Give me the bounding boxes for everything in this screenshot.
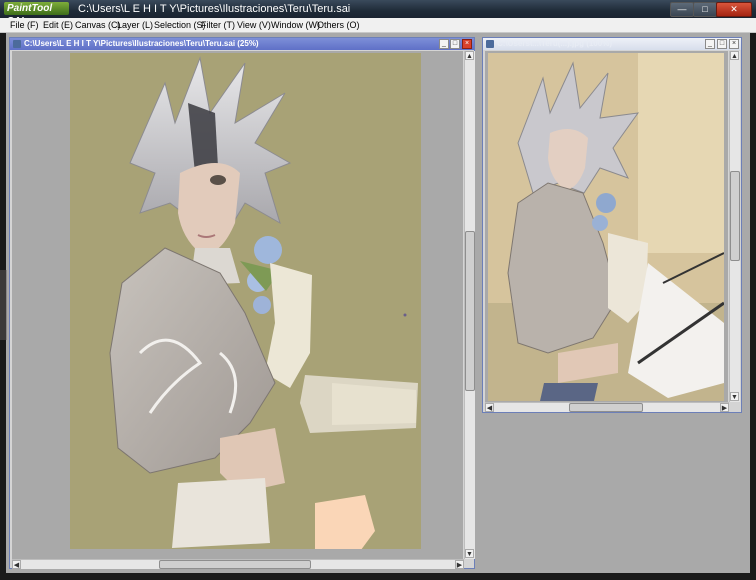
arrow-left-icon[interactable]: ◀ (12, 560, 21, 569)
arrow-up-icon[interactable]: ▲ (465, 51, 474, 60)
window-title: C:\Users\L E H I T Y\Pictures\Ilustracio… (78, 3, 351, 15)
menu-selection[interactable]: Selection (S) (154, 19, 206, 31)
main-vertical-scrollbar[interactable]: ▲ ▼ (464, 51, 475, 559)
main-horizontal-scrollbar[interactable]: ◀ ▶ (12, 559, 464, 569)
illustration (109, 56, 418, 558)
menu-file[interactable]: File (F) (10, 19, 39, 31)
main-hscroll-thumb[interactable] (159, 560, 311, 569)
face (178, 163, 240, 254)
reference-hscroll-thumb[interactable] (569, 403, 643, 412)
document-icon (13, 40, 21, 48)
arrow-down-icon[interactable]: ▼ (465, 549, 474, 558)
reference-photo-art (488, 53, 724, 401)
menu-view[interactable]: View (V) (237, 19, 271, 31)
ref-maximize-button[interactable]: □ (717, 39, 727, 49)
artboard[interactable] (70, 53, 421, 558)
arrow-up-icon[interactable]: ▲ (730, 51, 739, 60)
arrow-left-icon[interactable]: ◀ (485, 403, 494, 412)
main-vscroll-thumb[interactable] (465, 231, 475, 391)
document-icon (486, 40, 494, 48)
cravat (265, 263, 312, 388)
hand (315, 495, 375, 558)
reference-vscroll-thumb[interactable] (730, 171, 740, 261)
main-document-window[interactable]: C:\Users\L E H I T Y\Pictures\Ilustracio… (9, 37, 475, 569)
maximize-icon: □ (702, 4, 708, 14)
ref-minimize-button[interactable]: _ (705, 39, 715, 49)
menu-layer[interactable]: Layer (L) (117, 19, 153, 31)
rose (254, 236, 282, 264)
arrow-down-icon[interactable]: ▼ (730, 392, 739, 401)
menu-edit[interactable]: Edit (E) (43, 19, 73, 31)
doc-close-button[interactable]: × (462, 39, 472, 49)
menu-others[interactable]: Others (O) (317, 19, 360, 31)
reference-canvas-viewport[interactable] (485, 51, 728, 402)
menu-window[interactable]: Window (W) (271, 19, 320, 31)
lace-sleeve (172, 478, 270, 548)
arrow-right-icon[interactable]: ▶ (720, 403, 729, 412)
menu-bar: File (F) Edit (E) Canvas (C) Layer (L) S… (0, 18, 756, 33)
arrow-right-icon[interactable]: ▶ (455, 560, 464, 569)
reference-document-titlebar[interactable]: C:\Users\...\Teru(...).jpg (100%) _ □ × (483, 38, 741, 50)
reference-horizontal-scrollbar[interactable]: ◀ ▶ (485, 402, 729, 412)
doc-minimize-button[interactable]: _ (439, 39, 449, 49)
main-canvas-viewport[interactable] (12, 51, 463, 559)
maximize-button[interactable]: □ (693, 2, 717, 17)
main-document-title: C:\Users\L E H I T Y\Pictures\Ilustracio… (24, 39, 259, 48)
menu-filter[interactable]: Filter (T) (201, 19, 235, 31)
doc-maximize-button[interactable]: □ (450, 39, 460, 49)
reference-vertical-scrollbar[interactable]: ▲ ▼ (729, 51, 740, 402)
app-logo: PaintTool SAI (4, 2, 69, 27)
minimize-button[interactable]: — (670, 2, 694, 17)
menu-canvas[interactable]: Canvas (C) (75, 19, 121, 31)
minimize-icon: — (677, 4, 687, 14)
reference-document-title: C:\Users\...\Teru(...).jpg (100%) (497, 39, 612, 48)
workspace-edge-handle[interactable] (0, 270, 7, 340)
close-button[interactable]: ✕ (716, 2, 752, 17)
reference-photo (488, 53, 724, 401)
main-document-titlebar[interactable]: C:\Users\L E H I T Y\Pictures\Ilustracio… (10, 38, 474, 50)
ref-close-button[interactable]: × (729, 39, 739, 49)
app-titlebar: PaintTool SAI C:\Users\L E H I T Y\Pictu… (0, 0, 756, 27)
close-icon: ✕ (730, 4, 738, 14)
reference-document-window[interactable]: C:\Users\...\Teru(...).jpg (100%) _ □ × (482, 37, 742, 413)
